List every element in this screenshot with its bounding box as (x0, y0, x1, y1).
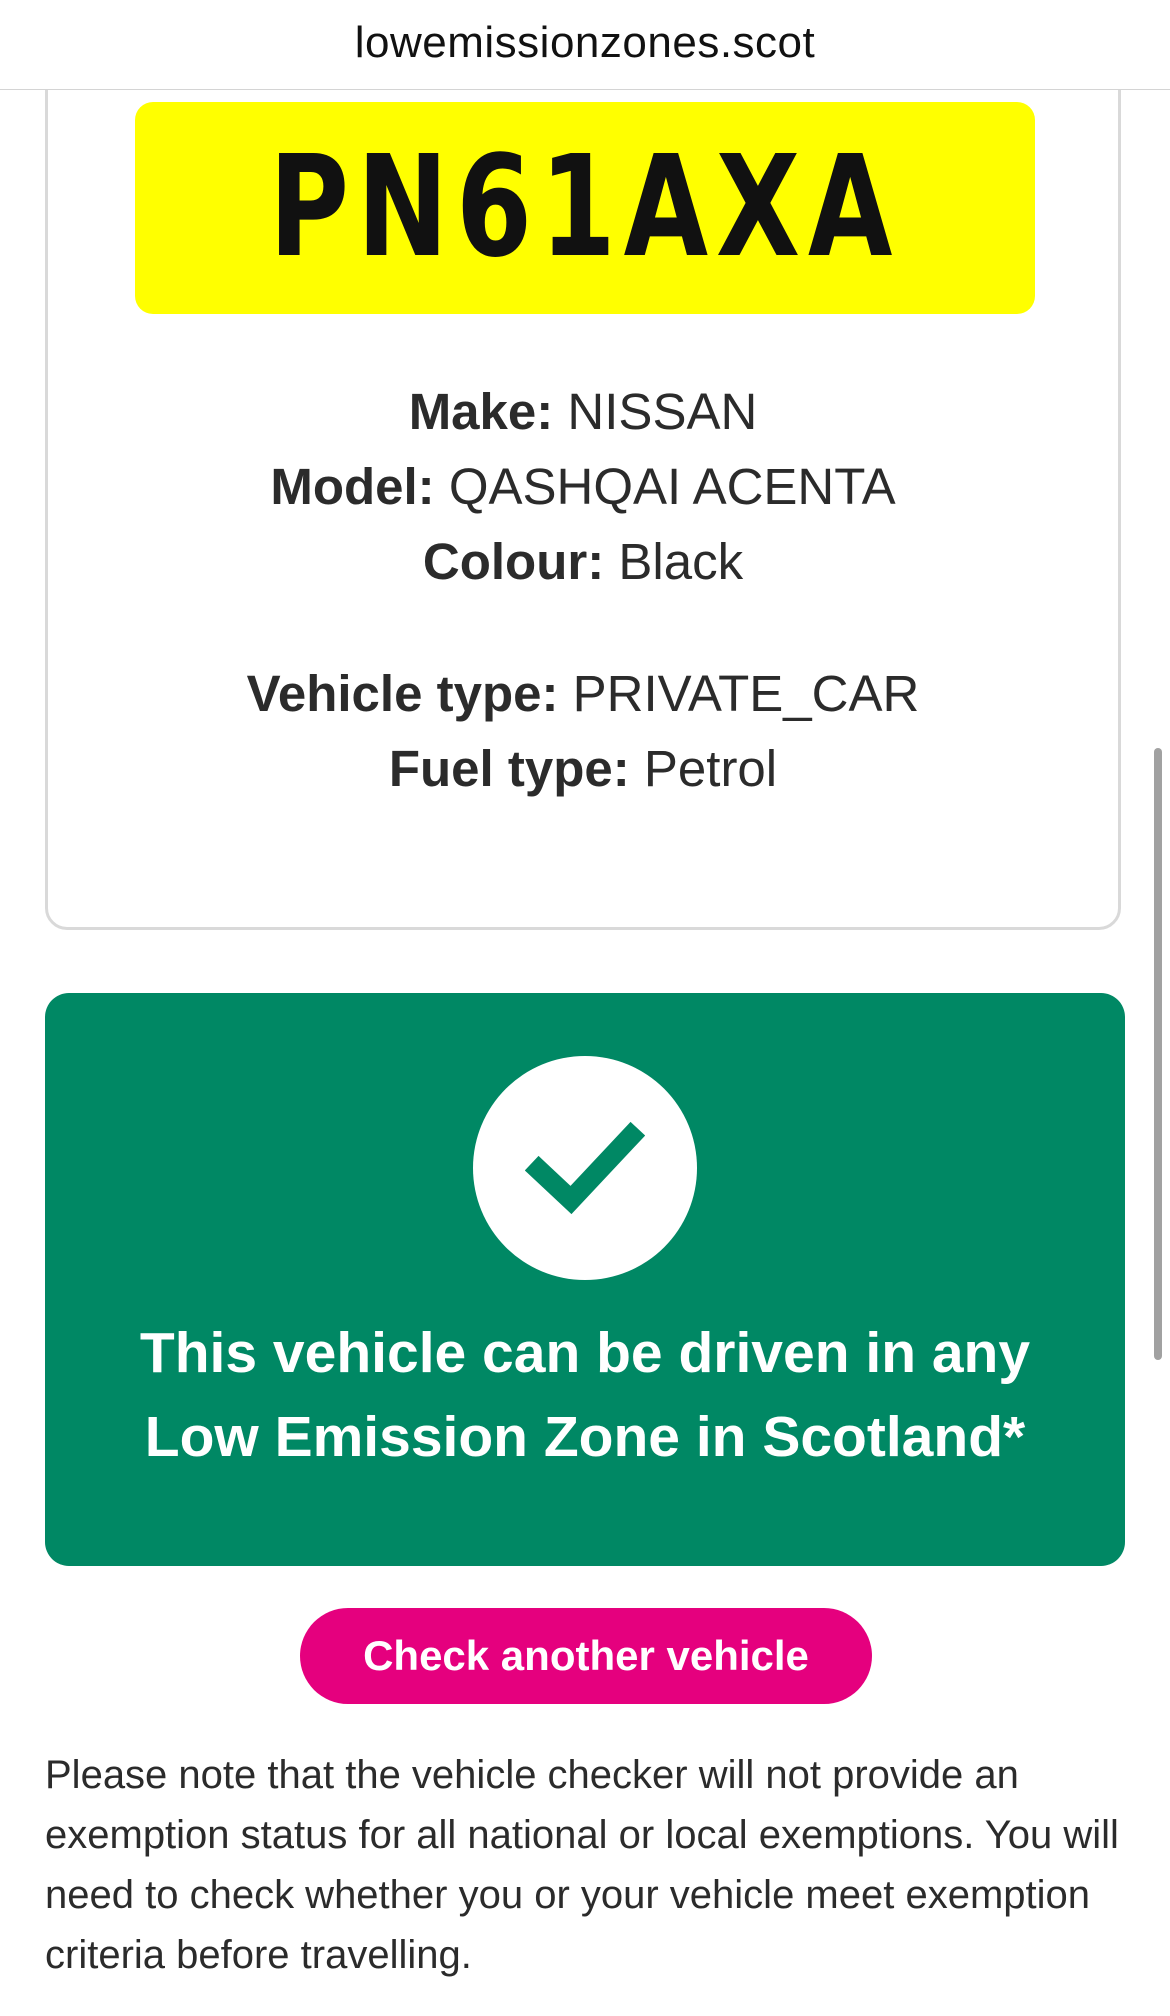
vehicle-type-row: Vehicle type: PRIVATE_CAR (45, 664, 1121, 724)
model-label: Model: (270, 458, 435, 515)
exemption-note: Please note that the vehicle checker wil… (45, 1753, 1119, 1977)
fuel-type-value: Petrol (643, 740, 778, 797)
fuel-type-label: Fuel type: (388, 740, 630, 797)
check-another-vehicle-button[interactable]: Check another vehicle (300, 1608, 872, 1704)
colour-label: Colour: (422, 533, 605, 590)
registration-number: PN61AXA (269, 126, 901, 289)
fuel-type-row: Fuel type: Petrol (45, 739, 1121, 799)
model-value: QASHQAI ACENTA (448, 458, 896, 515)
check-icon (525, 1121, 645, 1215)
vehicle-type-value: PRIVATE_CAR (572, 665, 920, 722)
colour-row: Colour: Black (45, 532, 1121, 592)
colour-value: Black (618, 533, 744, 590)
vehicle-type-label: Vehicle type: (246, 665, 559, 722)
compliance-message-line1: This vehicle can be driven in any (139, 1321, 1031, 1385)
make-value: NISSAN (567, 383, 758, 440)
model-row: Model: QASHQAI ACENTA (45, 457, 1121, 517)
registration-plate: PN61AXA (135, 102, 1035, 314)
scrollbar[interactable] (1154, 748, 1162, 1360)
compliance-result-panel: This vehicle can be driven in any Low Em… (45, 993, 1125, 1566)
compliance-message: This vehicle can be driven in any Low Em… (45, 1311, 1125, 1479)
browser-url-bar[interactable]: lowemissionzones.scot (0, 0, 1170, 90)
url-text: lowemissionzones.scot (354, 18, 816, 67)
page: PN61AXA Make: NISSAN Model: QASHQAI ACEN… (0, 0, 1170, 2016)
compliance-message-line2: Low Emission Zone in Scotland* (144, 1405, 1026, 1469)
make-label: Make: (408, 383, 554, 440)
make-row: Make: NISSAN (45, 382, 1121, 442)
check-circle (473, 1056, 697, 1280)
